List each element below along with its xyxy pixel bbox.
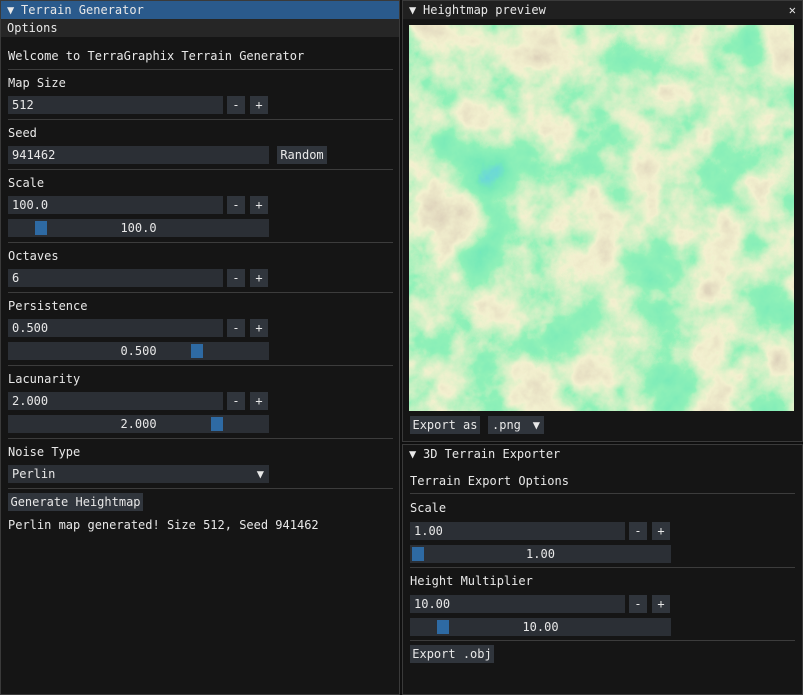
lacunarity-increment-button[interactable]: + [250,392,268,410]
height-multiplier-label: Height Multiplier [410,574,533,588]
persistence-slider[interactable]: 0.500 [8,342,269,360]
seed-label: Seed [8,126,37,140]
export-format-value: .png [492,418,521,432]
lacunarity-label: Lacunarity [8,372,81,386]
export-scale-slider[interactable]: 1.00 [410,545,671,563]
export-scale-input[interactable]: 1.00 [410,522,625,540]
persistence-slider-value: 0.500 [120,344,157,358]
separator [410,640,795,641]
scale-slider-value: 100.0 [120,221,157,235]
persistence-label: Persistence [8,299,88,313]
terrain-generator-window: ▼ Terrain Generator Options Welcome to Te… [0,0,400,695]
chevron-down-icon: ▼ [256,467,264,481]
octaves-label: Octaves [8,249,59,263]
map-size-input[interactable]: 512 [8,96,223,114]
persistence-slider-grab[interactable] [191,344,204,358]
lacunarity-slider-grab[interactable] [210,417,223,431]
scale-label: Scale [8,176,45,190]
lacunarity-slider-value: 2.000 [120,417,157,431]
window-title: 3D Terrain Exporter [423,447,561,461]
map-size-label: Map Size [8,76,66,90]
lacunarity-decrement-button[interactable]: - [227,392,245,410]
status-text: Perlin map generated! Size 512, Seed 941… [8,518,319,532]
scale-input[interactable]: 100.0 [8,196,223,214]
export-scale-slider-grab[interactable] [412,547,424,561]
collapse-icon[interactable]: ▼ [7,1,21,19]
scale-slider-grab[interactable] [34,221,47,235]
menu-bar: Options [1,19,399,37]
height-multiplier-decrement-button[interactable]: - [629,595,647,613]
noise-type-select[interactable]: Perlin ▼ [8,465,269,483]
noise-type-value: Perlin [12,467,56,481]
separator [8,488,393,489]
octaves-increment-button[interactable]: + [250,269,268,287]
lacunarity-input[interactable]: 2.000 [8,392,223,410]
export-obj-button[interactable]: Export .obj [410,645,494,663]
heightmap-preview-window: ▼ Heightmap preview ✕ Export as .png ▼ [402,0,803,442]
terrain-exporter-window: ▼ 3D Terrain Exporter Terrain Export Opti… [402,444,803,695]
export-scale-slider-value: 1.00 [526,547,555,561]
separator [410,493,795,494]
export-scale-increment-button[interactable]: + [652,522,670,540]
export-format-select[interactable]: .png ▼ [488,416,544,434]
map-size-increment-button[interactable]: + [250,96,268,114]
height-multiplier-increment-button[interactable]: + [652,595,670,613]
seed-input[interactable]: 941462 [8,146,269,164]
height-multiplier-slider-grab[interactable] [436,620,449,634]
heightmap-preview-titlebar[interactable]: ▼ Heightmap preview ✕ [403,1,802,19]
export-options-heading: Terrain Export Options [410,474,569,488]
generate-heightmap-button[interactable]: Generate Heightmap [8,493,143,511]
chevron-down-icon: ▼ [532,418,540,432]
export-as-button[interactable]: Export as [410,416,480,434]
export-scale-label: Scale [410,501,447,515]
height-multiplier-slider-value: 10.00 [522,620,559,634]
separator [8,438,393,439]
persistence-increment-button[interactable]: + [250,319,268,337]
close-icon[interactable]: ✕ [789,1,796,19]
separator [8,365,393,366]
scale-slider[interactable]: 100.0 [8,219,269,237]
random-seed-button[interactable]: Random [277,146,327,164]
octaves-decrement-button[interactable]: - [227,269,245,287]
collapse-icon[interactable]: ▼ [409,445,423,463]
lacunarity-slider[interactable]: 2.000 [8,415,269,433]
separator [410,567,795,568]
scale-decrement-button[interactable]: - [227,196,245,214]
welcome-text: Welcome to TerraGraphix Terrain Generato… [8,49,305,63]
terrain-generator-titlebar[interactable]: ▼ Terrain Generator [1,1,399,19]
separator [8,292,393,293]
persistence-input[interactable]: 0.500 [8,319,223,337]
persistence-decrement-button[interactable]: - [227,319,245,337]
scale-increment-button[interactable]: + [250,196,268,214]
separator [8,69,393,70]
heightmap-image [409,25,794,411]
collapse-icon[interactable]: ▼ [409,1,423,19]
noise-type-label: Noise Type [8,445,81,459]
map-size-decrement-button[interactable]: - [227,96,245,114]
separator [8,119,393,120]
octaves-input[interactable]: 6 [8,269,223,287]
height-multiplier-slider[interactable]: 10.00 [410,618,671,636]
separator [8,169,393,170]
export-scale-decrement-button[interactable]: - [629,522,647,540]
height-multiplier-input[interactable]: 10.00 [410,595,625,613]
separator [8,242,393,243]
window-title: Terrain Generator [21,3,144,17]
menu-options[interactable]: Options [7,21,58,35]
terrain-exporter-titlebar[interactable]: ▼ 3D Terrain Exporter [403,445,802,463]
window-title: Heightmap preview [423,3,546,17]
